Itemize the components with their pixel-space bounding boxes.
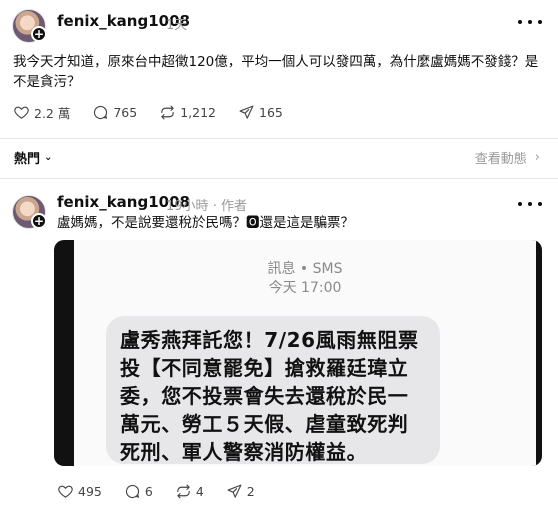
view-activity-link[interactable]: 查看動態 › bbox=[475, 148, 540, 167]
sms-sender: 訊息 • SMS bbox=[267, 261, 343, 277]
follow-plus-icon[interactable]: + bbox=[31, 213, 47, 229]
share-count: 165 bbox=[259, 105, 283, 120]
heart-icon bbox=[14, 106, 29, 119]
heart-icon bbox=[58, 485, 73, 498]
repost-icon bbox=[161, 105, 174, 120]
like-count: 495 bbox=[78, 484, 102, 499]
follow-plus-icon[interactable]: + bbox=[31, 26, 47, 42]
reply-button[interactable]: 6 bbox=[124, 483, 153, 500]
post-time[interactable]: 1天 bbox=[166, 14, 187, 33]
repost-count: 1,212 bbox=[180, 105, 217, 120]
share-button[interactable]: 165 bbox=[238, 104, 283, 121]
sort-dropdown[interactable]: 熱門 ⌄ bbox=[14, 148, 52, 167]
repost-button[interactable]: 1,212 bbox=[159, 104, 216, 121]
post-time: 19小時 · 作者 bbox=[166, 195, 247, 214]
post-text: 盧媽媽，不是說要還稅於民嗎？🅾還是這是騙票？ bbox=[57, 215, 354, 231]
like-button[interactable]: 2.2 萬 bbox=[13, 103, 70, 122]
author-tag: 作者 bbox=[220, 199, 247, 214]
sms-header: 訊息 • SMS 今天 17:00 bbox=[74, 260, 536, 298]
more-icon[interactable] bbox=[518, 197, 542, 211]
post-text: 我今天才知道，原來台中超徵120億，平均一個人可以發四萬，為什麼盧媽媽不發錢？是… bbox=[13, 54, 539, 90]
sms-time: 今天 17:00 bbox=[268, 280, 342, 296]
repost-count: 4 bbox=[195, 484, 204, 499]
comment-icon bbox=[94, 105, 108, 120]
attached-image[interactable]: 訊息 • SMS 今天 17:00 盧秀燕拜託您！7/26風雨無阻票投【不同意罷… bbox=[54, 240, 542, 466]
post-actions: 495 6 4 2 bbox=[57, 483, 277, 500]
divider bbox=[0, 138, 558, 139]
send-icon bbox=[227, 484, 242, 498]
more-icon[interactable] bbox=[518, 15, 542, 29]
post-time-value[interactable]: 19小時 bbox=[166, 199, 209, 214]
like-count: 2.2 萬 bbox=[34, 106, 71, 121]
repost-button[interactable]: 4 bbox=[175, 483, 204, 500]
reply-count: 6 bbox=[144, 484, 153, 499]
sms-screenshot: 訊息 • SMS 今天 17:00 盧秀燕拜託您！7/26風雨無阻票投【不同意罷… bbox=[74, 240, 536, 466]
comment-icon bbox=[125, 484, 139, 499]
reply-count: 765 bbox=[113, 105, 138, 120]
share-count: 2 bbox=[246, 484, 255, 499]
separator-dot: · bbox=[212, 199, 221, 214]
chevron-down-icon: ⌄ bbox=[44, 152, 53, 163]
view-activity-label: 查看動態 bbox=[474, 152, 527, 167]
divider bbox=[0, 178, 558, 179]
repost-icon bbox=[177, 484, 190, 499]
chevron-right-icon: › bbox=[534, 150, 540, 165]
post: + fenix_kang1008 1天 我今天才知道，原來台中超徵120億，平均… bbox=[0, 0, 558, 138]
sort-label: 熱門 bbox=[14, 152, 41, 167]
like-button[interactable]: 495 bbox=[57, 483, 102, 500]
sms-message-bubble: 盧秀燕拜託您！7/26風雨無阻票投【不同意罷免】搶救羅廷瑋立委，您不投票會失去還… bbox=[106, 316, 440, 464]
share-button[interactable]: 2 bbox=[226, 483, 255, 500]
send-icon bbox=[239, 105, 254, 119]
post-actions: 2.2 萬 765 1,212 165 bbox=[13, 103, 305, 122]
sort-bar: 熱門 ⌄ 查看動態 › bbox=[0, 146, 558, 168]
reply-button[interactable]: 765 bbox=[92, 104, 137, 121]
